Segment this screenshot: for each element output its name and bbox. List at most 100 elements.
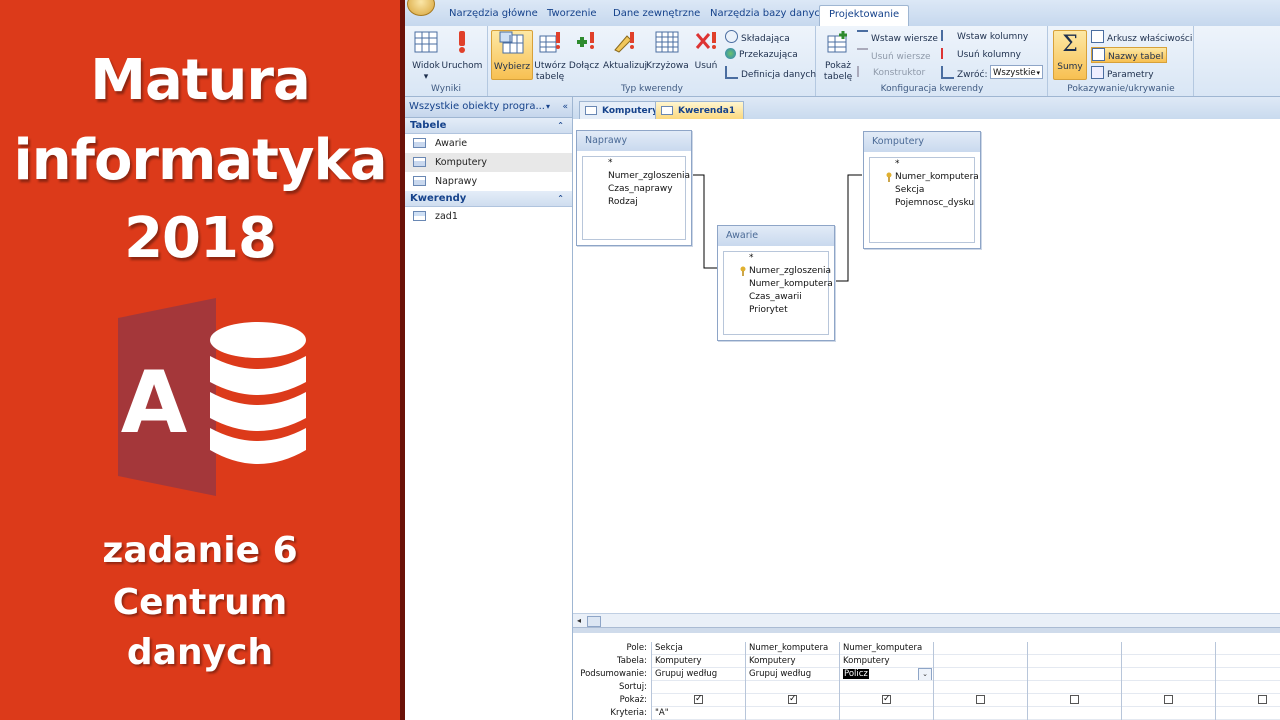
tab-dane-zewnetrzne[interactable]: Dane zewnętrzne <box>613 8 700 19</box>
konstruktor-button[interactable]: Konstruktor <box>857 66 925 80</box>
collapse-pane-icon[interactable]: « <box>562 97 568 117</box>
nazwy-tabel-button[interactable]: Nazwy tabel <box>1091 47 1168 63</box>
doc-tab-kwerenda1[interactable]: Kwerenda1 <box>655 101 745 120</box>
nav-item-naprawy[interactable]: Naprawy <box>405 172 572 191</box>
definicja-danych-button[interactable]: Definicja danych <box>725 66 816 80</box>
field-item[interactable]: Sekcja <box>870 184 974 197</box>
field-item[interactable]: Rodzaj <box>583 196 685 209</box>
wybierz-button[interactable]: Wybierz <box>491 30 533 80</box>
field-item[interactable]: Pojemnosc_dysku <box>870 197 974 210</box>
parametry-button[interactable]: Parametry <box>1091 66 1154 80</box>
grid-cell-tabela[interactable]: Komputery <box>840 655 933 668</box>
grid-cell-sortuj[interactable] <box>1216 681 1280 694</box>
arkusz-wlasciwosci-button[interactable]: Arkusz właściwości <box>1091 30 1192 44</box>
usun-wiersze-button[interactable]: Usuń wiersze <box>857 48 931 62</box>
nav-header[interactable]: Wszystkie obiekty progra... ▾ « <box>405 97 572 118</box>
grid-cell-podsumowanie[interactable]: Policz ⌄ <box>840 668 933 681</box>
field-item[interactable]: Czas_awarii <box>724 291 828 304</box>
grid-cell-sortuj[interactable] <box>652 681 745 694</box>
tab-tworzenie[interactable]: Tworzenie <box>547 8 597 19</box>
grid-cell-pokaz[interactable] <box>1122 694 1215 707</box>
uruchom-button[interactable]: Uruchom <box>441 30 483 72</box>
usun-button[interactable]: Usuń <box>685 30 727 72</box>
grid-cell-tabela[interactable]: Komputery <box>652 655 745 668</box>
nav-item-komputery[interactable]: Komputery <box>405 153 572 172</box>
nav-item-awarie[interactable]: Awarie <box>405 134 572 153</box>
office-button[interactable] <box>407 0 435 16</box>
pokaz-tabele-button[interactable]: Pokaż tabelę <box>817 30 859 83</box>
table-box-title[interactable]: Awarie <box>718 226 834 246</box>
grid-cell-pokaz[interactable] <box>934 694 1027 707</box>
wstaw-wiersze-button[interactable]: Wstaw wiersze <box>857 30 938 44</box>
wstaw-kolumny-button[interactable]: Wstaw kolumny <box>941 30 1028 44</box>
grid-cell-podsumowanie[interactable] <box>1122 668 1215 681</box>
grid-cell-sortuj[interactable] <box>1122 681 1215 694</box>
field-item[interactable]: Priorytet <box>724 304 828 317</box>
grid-cell-tabela[interactable] <box>1216 655 1280 668</box>
grid-cell-podsumowanie[interactable] <box>934 668 1027 681</box>
chevron-down-icon[interactable]: ⌄ <box>918 668 932 680</box>
grid-cell-pokaz[interactable] <box>746 694 839 707</box>
show-checkbox[interactable] <box>788 694 797 705</box>
przekazujaca-button[interactable]: Przekazująca <box>725 48 798 62</box>
grid-cell-tabela[interactable]: Komputery <box>746 655 839 668</box>
aktualizuj-button[interactable]: Aktualizuj <box>603 30 647 72</box>
table-box-title[interactable]: Komputery <box>864 132 980 152</box>
grid-cell-kryteria[interactable] <box>934 707 1027 720</box>
grid-cell-sortuj[interactable] <box>934 681 1027 694</box>
grid-cell-pole[interactable]: Sekcja <box>652 642 745 655</box>
grid-cell-pokaz[interactable] <box>1216 694 1280 707</box>
nav-item-zad1[interactable]: zad1 <box>405 207 572 226</box>
table-box-awarie[interactable]: Awarie * Numer_zgloszenia Numer_komputer… <box>717 225 835 341</box>
show-checkbox[interactable] <box>976 695 985 704</box>
show-checkbox[interactable] <box>882 694 891 705</box>
table-box-title[interactable]: Naprawy <box>577 131 691 151</box>
grid-cell-sortuj[interactable] <box>840 681 933 694</box>
horizontal-scrollbar[interactable]: ◂ <box>573 613 1280 628</box>
grid-cell-kryteria[interactable] <box>840 707 933 720</box>
grid-cell-kryteria[interactable] <box>1122 707 1215 720</box>
field-item[interactable]: Czas_naprawy <box>583 183 685 196</box>
tab-narzedzia-bazy-danych[interactable]: Narzędzia bazy danych <box>710 8 826 19</box>
doc-tab-komputery[interactable]: Komputery <box>579 101 667 120</box>
sumy-button[interactable]: Σ Sumy <box>1053 30 1087 80</box>
nav-section-tabele[interactable]: Tabele ⌃ <box>405 118 572 134</box>
table-box-naprawy[interactable]: Naprawy * Numer_zgloszenia Czas_naprawy … <box>576 130 692 246</box>
tab-narzedzia-glowne[interactable]: Narzędzia główne <box>449 8 538 19</box>
grid-cell-pole[interactable] <box>1216 642 1280 655</box>
grid-cell-podsumowanie[interactable] <box>1216 668 1280 681</box>
table-box-komputery[interactable]: Komputery * Numer_komputera Sekcja Pojem… <box>863 131 981 249</box>
grid-cell-pole[interactable]: Numer_komputera <box>840 642 933 655</box>
grid-cell-sortuj[interactable] <box>1028 681 1121 694</box>
field-item-key[interactable]: Numer_komputera <box>870 171 979 184</box>
grid-cell-tabela[interactable] <box>934 655 1027 668</box>
query-design-canvas[interactable]: Naprawy * Numer_zgloszenia Czas_naprawy … <box>573 119 1280 613</box>
nav-section-kwerendy[interactable]: Kwerendy ⌃ <box>405 191 572 207</box>
show-checkbox[interactable] <box>1258 695 1267 704</box>
grid-cell-pole[interactable] <box>1028 642 1121 655</box>
field-item[interactable]: Numer_komputera <box>724 278 833 291</box>
field-item[interactable]: Numer_zgloszenia <box>583 170 690 183</box>
grid-cell-kryteria[interactable] <box>1216 707 1280 720</box>
grid-cell-pole[interactable] <box>1122 642 1215 655</box>
grid-cell-sortuj[interactable] <box>746 681 839 694</box>
grid-cell-pokaz[interactable] <box>840 694 933 707</box>
scroll-thumb[interactable] <box>587 616 601 627</box>
grid-cell-kryteria[interactable] <box>1028 707 1121 720</box>
grid-cell-pole[interactable] <box>934 642 1027 655</box>
field-item[interactable]: * <box>583 157 685 170</box>
usun-kolumny-button[interactable]: Usuń kolumny <box>941 48 1021 62</box>
field-item[interactable]: * <box>870 158 974 171</box>
grid-cell-kryteria[interactable]: "A" <box>652 707 745 720</box>
grid-cell-podsumowanie[interactable]: Grupuj według <box>652 668 745 681</box>
dolacz-button[interactable]: Dołącz <box>563 30 605 72</box>
field-item-key[interactable]: Numer_zgloszenia <box>724 265 831 278</box>
grid-cell-tabela[interactable] <box>1028 655 1121 668</box>
field-item[interactable]: * <box>724 252 828 265</box>
tab-projektowanie[interactable]: Projektowanie <box>819 5 910 26</box>
grid-cell-kryteria[interactable] <box>746 707 839 720</box>
grid-cell-podsumowanie[interactable] <box>1028 668 1121 681</box>
grid-cell-podsumowanie[interactable]: Grupuj według <box>746 668 839 681</box>
scroll-left-icon[interactable]: ◂ <box>577 616 581 625</box>
zwroc-select[interactable]: Wszystkie ▾ <box>990 65 1043 79</box>
